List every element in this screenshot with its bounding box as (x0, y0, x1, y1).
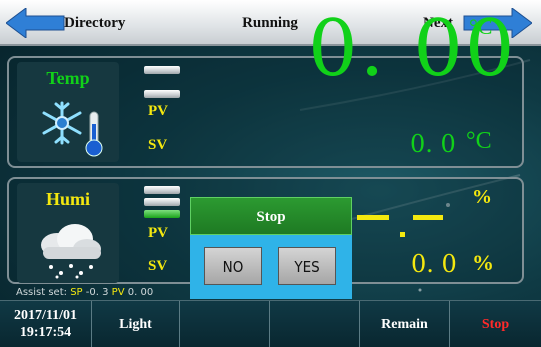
date-text: 2017/11/01 (13, 308, 77, 323)
humi-bar-top (144, 186, 180, 194)
assist-set-line: Assist set: SP -0. 3 PV 0. 00 (16, 287, 153, 298)
stop-button[interactable]: Stop (450, 301, 541, 347)
humi-sv-unit: % (472, 250, 494, 275)
datetime-display: 2017/11/01 19:17:54 (0, 301, 92, 347)
remain-button[interactable]: Remain (360, 301, 450, 347)
page-title: Running (242, 15, 298, 31)
humi-bar-mid (144, 198, 180, 206)
bottom-bar: 2017/11/01 19:17:54 Light Remain Stop (0, 300, 541, 347)
directory-label: Directory (64, 15, 126, 31)
empty-button-1[interactable] (180, 301, 270, 347)
assist-prefix: Assist set: (16, 287, 68, 298)
yes-button[interactable]: YES (278, 247, 336, 285)
temp-sv-value[interactable]: 0. 0 (410, 130, 456, 158)
humidity-tile: Humi (17, 183, 119, 283)
no-button[interactable]: NO (204, 247, 262, 285)
temp-sv-label: SV (148, 137, 168, 153)
assist-sp-label: SP (70, 287, 83, 298)
humidity-label: Humi (45, 189, 90, 209)
humi-pv-label: PV (148, 225, 168, 241)
assist-sp-value: -0. 3 (85, 287, 109, 298)
thermometer-icon (85, 111, 103, 157)
controller-screen: Directory Running Next Temp PV SV 0. 00 … (0, 0, 541, 347)
empty-button-2[interactable] (270, 301, 360, 347)
temperature-tile: Temp (17, 62, 119, 162)
temp-bar-top (144, 66, 180, 74)
humi-pv-dashes (357, 215, 443, 237)
temp-pv-label: PV (148, 103, 168, 119)
assist-pv-value: 0. 00 (127, 287, 154, 298)
stop-dialog: Stop NO YES (190, 197, 352, 299)
humi-sv-label: SV (148, 258, 168, 274)
temperature-label: Temp (46, 68, 90, 88)
temp-pv-unit: °C (469, 14, 493, 39)
time-text: 19:17:54 (19, 325, 72, 340)
light-button[interactable]: Light (92, 301, 180, 347)
temp-sv-unit: °C (466, 128, 492, 154)
arrow-left-icon (6, 8, 65, 38)
directory-button[interactable]: Directory (6, 6, 136, 40)
dialog-title: Stop (190, 197, 352, 235)
humi-pv-unit: % (472, 186, 492, 208)
assist-pv-label: PV (111, 287, 125, 298)
humi-bar-green (144, 210, 180, 218)
snowflake-icon (42, 101, 82, 145)
temp-bar-bottom (144, 90, 180, 98)
cloud-snow-icon (41, 224, 101, 279)
humi-sv-value[interactable]: 0. 0 (411, 250, 457, 278)
